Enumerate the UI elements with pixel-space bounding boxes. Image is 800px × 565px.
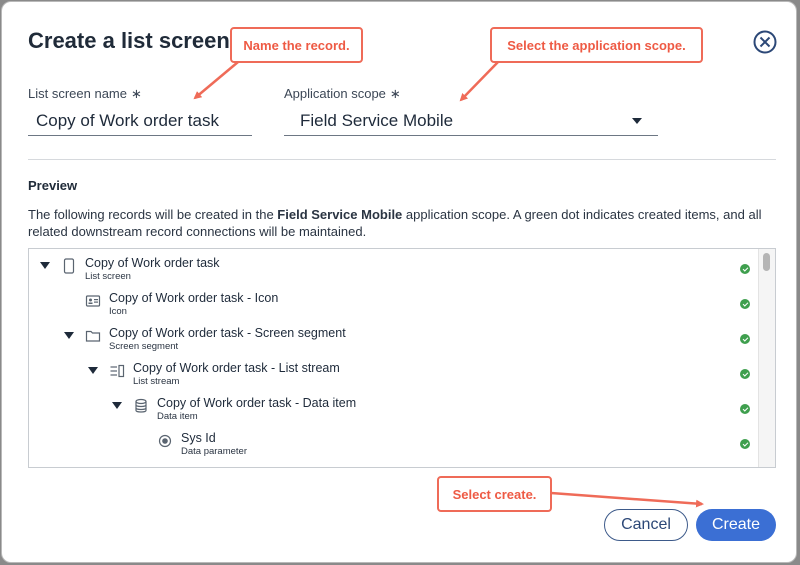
tree-item-type: Icon bbox=[109, 306, 127, 317]
expand-caret-icon[interactable] bbox=[40, 262, 50, 269]
parameter-icon bbox=[158, 434, 172, 448]
tree-row[interactable]: Copy of Work order task - Data item Data… bbox=[29, 396, 759, 430]
tree-item-type: List screen bbox=[85, 271, 131, 282]
preview-desc-part: The following records will be created in… bbox=[28, 207, 278, 222]
callout-select-create: Select create. bbox=[437, 476, 552, 512]
tree-item-type: Data parameter bbox=[181, 446, 248, 457]
close-button[interactable] bbox=[752, 29, 778, 55]
expand-caret-icon[interactable] bbox=[112, 402, 122, 409]
expand-caret-icon[interactable] bbox=[64, 332, 74, 339]
create-button[interactable]: Create bbox=[696, 509, 776, 541]
created-dot-icon bbox=[740, 334, 750, 344]
tree-row[interactable]: Copy of Work order task - List stream Li… bbox=[29, 361, 759, 395]
tree-item-name: Copy of Work order task - Data item bbox=[157, 396, 357, 410]
folder-icon bbox=[85, 330, 101, 342]
divider bbox=[28, 159, 776, 160]
tree-item-type: Data item bbox=[157, 411, 198, 422]
expand-caret-icon[interactable] bbox=[88, 367, 98, 374]
tree-row[interactable]: Copy of Work order task - Screen segment… bbox=[29, 326, 759, 360]
mobile-screen-icon bbox=[63, 258, 75, 274]
created-dot-icon bbox=[740, 439, 750, 449]
application-scope-select[interactable]: Field Service Mobile bbox=[284, 106, 658, 136]
tree-item-type: Screen segment bbox=[109, 341, 179, 352]
application-scope-label-text: Application scope bbox=[284, 86, 386, 101]
list-screen-name-label-text: List screen name bbox=[28, 86, 127, 101]
database-icon bbox=[135, 398, 147, 413]
list-screen-name-label: List screen name ∗ bbox=[28, 86, 142, 102]
tree-item-name: Sys Id bbox=[181, 431, 216, 445]
preview-title: Preview bbox=[28, 178, 78, 193]
tree-row[interactable]: Copy of Work order task - Icon Icon bbox=[29, 291, 759, 325]
callout-name-record: Name the record. bbox=[230, 27, 363, 63]
caret-down-icon bbox=[632, 117, 642, 124]
tree-item-name: Copy of Work order task - Icon bbox=[109, 291, 279, 305]
preview-tree: Copy of Work order task List screen Copy… bbox=[28, 248, 776, 468]
tree-item-name: Copy of Work order task - Screen segment bbox=[109, 326, 346, 340]
list-screen-name-input[interactable] bbox=[28, 106, 252, 136]
close-icon bbox=[753, 30, 777, 54]
callout-select-scope: Select the application scope. bbox=[490, 27, 703, 63]
list-stream-icon bbox=[110, 364, 125, 378]
created-dot-icon bbox=[740, 264, 750, 274]
application-scope-label: Application scope ∗ bbox=[284, 86, 401, 102]
preview-desc-scope: Field Service Mobile bbox=[277, 207, 403, 222]
preview-description: The following records will be created in… bbox=[28, 206, 768, 240]
create-list-screen-dialog: Create a list screen List screen name ∗ A… bbox=[1, 1, 797, 563]
scrollbar-thumb[interactable] bbox=[763, 253, 770, 271]
required-marker: ∗ bbox=[131, 86, 142, 101]
tree-item-name: Copy of Work order task - List stream bbox=[133, 361, 340, 375]
tree-item-name: Copy of Work order task bbox=[85, 256, 220, 270]
application-scope-value: Field Service Mobile bbox=[300, 110, 454, 130]
created-dot-icon bbox=[740, 404, 750, 414]
id-card-icon bbox=[85, 295, 101, 307]
dialog-title: Create a list screen bbox=[28, 28, 230, 53]
tree-scrollbar[interactable] bbox=[758, 249, 775, 467]
created-dot-icon bbox=[740, 369, 750, 379]
cancel-button[interactable]: Cancel bbox=[604, 509, 688, 541]
tree-row[interactable]: Copy of Work order task List screen bbox=[29, 256, 759, 290]
required-marker: ∗ bbox=[389, 86, 401, 101]
tree-row[interactable]: Sys Id Data parameter bbox=[29, 431, 759, 465]
created-dot-icon bbox=[740, 299, 750, 309]
tree-item-type: List stream bbox=[133, 376, 180, 387]
